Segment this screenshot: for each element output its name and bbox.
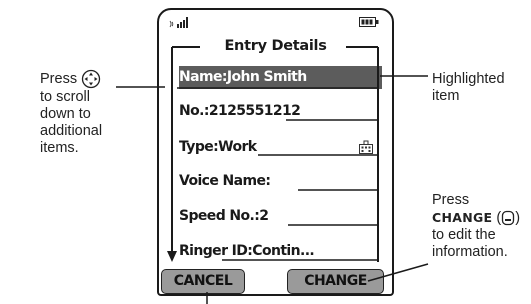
signal-strength-icon <box>169 17 188 28</box>
number-value: 2125551212 <box>208 103 301 119</box>
voice-name-label: Voice Name: <box>179 173 271 189</box>
callout-edit-text: to edit the information. <box>432 227 508 260</box>
highlighted-item-callout: Highlighted item <box>432 71 505 104</box>
office-building-icon <box>359 140 373 154</box>
speed-number-value: 2 <box>259 208 269 224</box>
list-item-type[interactable]: Type:Work <box>179 136 382 159</box>
callout-scroll-text: to scroll down to additional items. <box>40 89 103 156</box>
right-soft-key-icon <box>502 211 515 226</box>
list-item-number[interactable]: No.:2125551212 <box>179 100 382 123</box>
list-item-ringer-id[interactable]: Ringer ID:Contin... <box>179 240 382 263</box>
callout-change-keyword: CHANGE <box>432 210 493 225</box>
list-item-speed-number[interactable]: Speed No.:2 <box>179 205 382 228</box>
cancel-button[interactable]: CANCEL <box>161 269 245 294</box>
name-value: John Smith <box>226 69 307 85</box>
navigation-key-icon <box>81 69 101 89</box>
battery-icon <box>359 17 379 27</box>
scroll-instruction-callout: Press to scroll down to additional items… <box>40 69 112 157</box>
type-value: Work <box>218 139 257 155</box>
speed-number-label: Speed No.: <box>179 208 260 224</box>
callout-press-text: Press <box>40 70 78 87</box>
callout-press-text-2: Press <box>432 192 470 208</box>
list-item-voice-name[interactable]: Voice Name: <box>179 170 382 193</box>
name-label: Name: <box>179 69 227 85</box>
list-item-name[interactable]: Name:John Smith <box>179 66 382 89</box>
ringer-id-value: Contin... <box>252 243 315 259</box>
phone-screen: Entry Details Name:John Smith No.:212555… <box>157 8 394 296</box>
number-label: No.: <box>179 103 209 119</box>
type-label: Type: <box>179 139 219 155</box>
screen-title: Entry Details <box>224 38 327 54</box>
status-bar <box>159 10 392 32</box>
change-instruction-callout: Press CHANGE ( ) to edit the information… <box>432 192 521 260</box>
ringer-id-label: Ringer ID: <box>179 243 253 259</box>
change-button[interactable]: CHANGE <box>287 269 384 294</box>
